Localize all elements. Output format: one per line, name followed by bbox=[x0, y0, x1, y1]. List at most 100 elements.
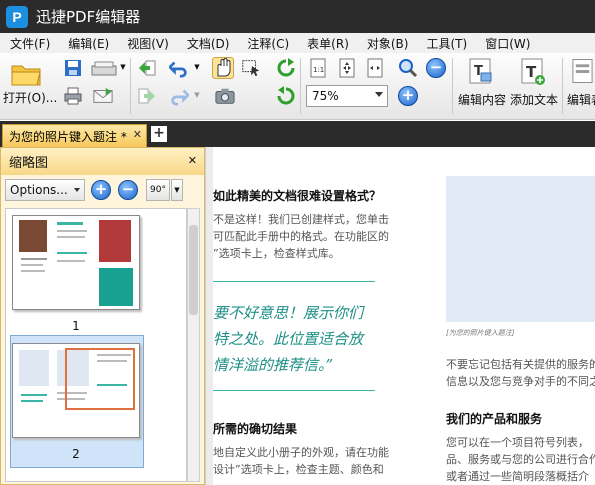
fit-page-icon bbox=[339, 58, 355, 78]
page-number-label: 1 bbox=[72, 319, 80, 333]
menu-view[interactable]: 视图(V) bbox=[117, 35, 177, 52]
text-line bbox=[57, 230, 87, 232]
rotate-counterclockwise-button[interactable] bbox=[275, 85, 297, 107]
view-area-indicator[interactable] bbox=[65, 348, 135, 410]
edit-content-button[interactable]: T bbox=[466, 56, 496, 88]
zoom-out-button[interactable]: − bbox=[425, 57, 447, 79]
arrow-right-icon bbox=[138, 88, 155, 104]
previous-view-button[interactable] bbox=[136, 57, 158, 79]
plus-circle-icon: + bbox=[91, 180, 111, 200]
scanner-button[interactable] bbox=[90, 57, 118, 79]
quote-text-line: 情洋溢的推荐信。” bbox=[213, 356, 334, 374]
rotate-clockwise-icon bbox=[277, 58, 295, 77]
menu-window[interactable]: 窗口(W) bbox=[475, 35, 538, 52]
page-thumbnail[interactable] bbox=[12, 343, 140, 438]
options-dropdown[interactable]: Options... bbox=[5, 179, 85, 201]
actual-size-button[interactable]: 1:1 bbox=[307, 57, 329, 79]
menu-file[interactable]: 文件(F) bbox=[0, 35, 58, 52]
thumbnail-panel-header: 缩略图 ✕ bbox=[1, 148, 204, 175]
document-tab-strip: 为您的照片键入题注 * ✕ + bbox=[0, 121, 595, 147]
rotate-page-button[interactable]: 90° bbox=[146, 179, 170, 201]
page-number-label: 2 bbox=[72, 447, 80, 461]
close-icon[interactable]: ✕ bbox=[133, 128, 142, 141]
edit-form-button[interactable] bbox=[570, 56, 595, 88]
next-view-button[interactable] bbox=[136, 85, 158, 107]
page-thumbnail[interactable] bbox=[12, 215, 140, 310]
menu-form[interactable]: 表单(R) bbox=[297, 35, 357, 52]
scanner-dropdown-icon[interactable]: ▼ bbox=[119, 63, 127, 71]
add-text-button[interactable]: T bbox=[518, 56, 548, 88]
divider bbox=[213, 281, 375, 282]
plus-circle-icon: + bbox=[398, 86, 418, 106]
toolbar-separator bbox=[452, 58, 453, 114]
document-tab[interactable]: 为您的照片键入题注 * ✕ bbox=[2, 124, 147, 147]
select-text-button[interactable] bbox=[240, 57, 262, 79]
menu-object[interactable]: 对象(B) bbox=[357, 35, 417, 52]
quote-text-line: 特之处。此位置适合放 bbox=[213, 330, 364, 348]
app-logo-icon: P bbox=[6, 5, 28, 28]
text-line bbox=[21, 258, 47, 260]
menu-bar: 文件(F) 编辑(E) 视图(V) 文档(D) 注释(C) 表单(R) 对象(B… bbox=[0, 33, 595, 53]
undo-dropdown-icon[interactable]: ▼ bbox=[193, 63, 201, 71]
close-icon[interactable]: ✕ bbox=[188, 154, 197, 167]
text-line bbox=[57, 252, 87, 254]
minus-circle-icon: − bbox=[118, 180, 138, 200]
thumbnail-panel-title: 缩略图 bbox=[9, 156, 49, 171]
zoom-in-button[interactable]: + bbox=[397, 85, 419, 107]
scrollbar-thumb[interactable] bbox=[189, 225, 198, 315]
document-view[interactable]: 如此精美的文档很难设置格式？ 不是这样！我们已创建样式，您单击 可匹配此手册中的… bbox=[213, 147, 595, 485]
image-placeholder[interactable] bbox=[446, 176, 595, 322]
menu-tools[interactable]: 工具(T) bbox=[416, 35, 475, 52]
menu-comment[interactable]: 注释(C) bbox=[237, 35, 297, 52]
text-line bbox=[21, 394, 47, 396]
teal-block-thumbnail bbox=[99, 268, 133, 306]
thumbnail-panel: 缩略图 ✕ Options... + − 90° ▼ 1 2 bbox=[0, 147, 205, 485]
save-icon bbox=[65, 60, 81, 76]
redo-button[interactable] bbox=[168, 85, 190, 107]
open-label[interactable]: 打开(O)... bbox=[3, 89, 57, 106]
edit-form-label[interactable]: 编辑表 bbox=[567, 91, 595, 108]
photo-caption: [为您的照片键入题注] bbox=[446, 329, 515, 337]
rotate-clockwise-button[interactable] bbox=[275, 57, 297, 79]
magnifier-icon bbox=[399, 59, 418, 78]
flower-photo-thumbnail bbox=[99, 220, 131, 262]
enlarge-thumbnails-button[interactable]: + bbox=[90, 179, 112, 201]
hand-tool-button[interactable] bbox=[212, 57, 234, 79]
chevron-down-icon bbox=[74, 188, 80, 192]
undo-button[interactable] bbox=[168, 57, 190, 79]
thumbnail-list: 1 2 bbox=[5, 208, 187, 482]
panel-splitter[interactable] bbox=[205, 147, 213, 485]
thumbnail-page-2[interactable]: 2 bbox=[12, 343, 140, 463]
edit-content-label[interactable]: 编辑内容 bbox=[458, 91, 506, 108]
menu-document[interactable]: 文档(D) bbox=[177, 35, 238, 52]
body-text-line: 信息以及您与竞争对手的不同之处 bbox=[446, 375, 595, 388]
body-text-line: ”选项卡上，检查样式库。 bbox=[213, 247, 340, 260]
new-tab-button[interactable]: + bbox=[151, 126, 167, 142]
body-text-line: 地自定义此小册子的外观，请在功能 bbox=[213, 446, 389, 459]
redo-icon bbox=[171, 89, 189, 106]
thumbnail-scrollbar[interactable] bbox=[187, 208, 200, 482]
menu-edit[interactable]: 编辑(E) bbox=[58, 35, 117, 52]
redo-dropdown-icon[interactable]: ▼ bbox=[193, 91, 201, 99]
reduce-thumbnails-button[interactable]: − bbox=[117, 179, 139, 201]
snapshot-button[interactable] bbox=[214, 85, 236, 107]
text-line bbox=[21, 400, 43, 402]
zoom-level-value: 75% bbox=[312, 89, 339, 103]
zoom-level-select[interactable]: 75% bbox=[306, 85, 388, 107]
fit-page-button[interactable] bbox=[336, 57, 358, 79]
rotate-dropdown[interactable]: ▼ bbox=[171, 179, 183, 201]
print-button[interactable] bbox=[62, 85, 84, 107]
save-button[interactable] bbox=[62, 57, 84, 79]
image-placeholder-thumbnail bbox=[19, 350, 49, 386]
body-text-line: 或者通过一些简明段落概括介 bbox=[446, 470, 589, 483]
select-cursor-icon bbox=[242, 60, 260, 77]
thumbnail-page-1[interactable]: 1 bbox=[12, 215, 140, 335]
fit-width-button[interactable] bbox=[364, 57, 386, 79]
zoom-tool-button[interactable] bbox=[397, 57, 419, 79]
add-text-label[interactable]: 添加文本 bbox=[510, 91, 558, 108]
open-folder-button[interactable] bbox=[6, 57, 46, 91]
email-button[interactable] bbox=[92, 85, 114, 107]
text-line bbox=[21, 270, 45, 272]
undo-icon bbox=[169, 61, 187, 78]
text-line bbox=[21, 264, 43, 266]
